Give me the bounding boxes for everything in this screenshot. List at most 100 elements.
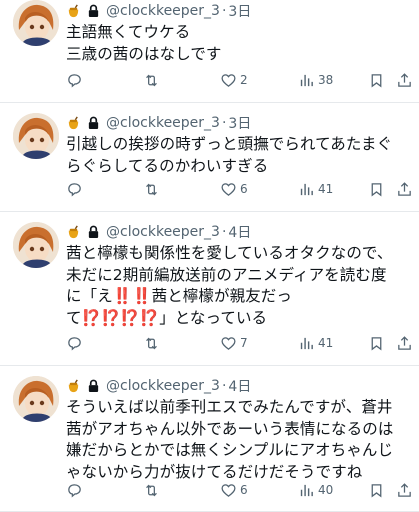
- retweet-button[interactable]: [143, 181, 160, 198]
- views-icon: [300, 484, 313, 496]
- honey-pot-icon: [66, 116, 81, 131]
- like-button[interactable]: 7: [220, 335, 248, 352]
- tweet-actions: 7 41: [66, 333, 411, 353]
- reply-button[interactable]: [66, 72, 83, 89]
- user-handle[interactable]: @clockkeeper_3: [106, 224, 220, 240]
- like-button[interactable]: 2: [220, 72, 248, 89]
- tweet-header: @clockkeeper_3 · 4日: [66, 375, 411, 397]
- reply-button[interactable]: [66, 482, 83, 499]
- reply-icon: [68, 336, 81, 351]
- retweet-button[interactable]: [143, 482, 160, 499]
- tweet[interactable]: @clockkeeper_3 · 4日 茜と檸檬も関係性を愛しているオタクなので…: [0, 212, 419, 366]
- tweet-header: @clockkeeper_3 · 4日: [66, 221, 411, 243]
- views-button[interactable]: 40: [298, 482, 333, 499]
- timeline: @clockkeeper_3 · 3日 主語無くてウケる 三歳の茜のはなしです …: [0, 0, 419, 512]
- separator-dot: ·: [221, 115, 227, 131]
- tweet-actions: 2 38: [66, 70, 411, 90]
- tweet-text-line: 主語無くてウケる: [66, 23, 191, 41]
- heart-icon: [221, 336, 236, 350]
- separator-dot: ·: [221, 224, 227, 240]
- tweet-text: そういえば以前季刊エスでみたんですが、蒼井 茜がアオちゃん以外であーいう表情にな…: [66, 397, 411, 483]
- user-handle[interactable]: @clockkeeper_3: [106, 378, 220, 394]
- bookmark-icon: [371, 336, 382, 350]
- heart-icon: [221, 483, 236, 497]
- lock-icon: [87, 379, 100, 393]
- avatar[interactable]: [13, 0, 59, 46]
- reply-icon: [68, 483, 81, 498]
- view-count: 41: [318, 182, 334, 196]
- lock-icon: [87, 116, 100, 130]
- share-icon: [398, 335, 411, 350]
- avatar[interactable]: [13, 376, 59, 422]
- share-icon: [398, 181, 411, 196]
- share-button[interactable]: [396, 72, 413, 89]
- views-icon: [300, 337, 313, 349]
- tweet-text-line: 未だに2期前編放送前のアニメディアを読む度: [66, 265, 387, 284]
- view-count: 38: [318, 73, 334, 87]
- avatar[interactable]: [13, 113, 59, 159]
- tweet-header: @clockkeeper_3 · 3日: [66, 112, 411, 134]
- bookmark-button[interactable]: [368, 335, 385, 352]
- honey-pot-icon: [66, 4, 81, 19]
- tweet-date[interactable]: 4日: [228, 222, 251, 242]
- tweet-text-line: 茜がアオちゃん以外であーいう表情になるのは: [66, 419, 394, 438]
- retweet-button[interactable]: [143, 335, 160, 352]
- views-button[interactable]: 38: [298, 72, 333, 89]
- share-button[interactable]: [396, 482, 413, 499]
- like-button[interactable]: 6: [220, 482, 248, 499]
- views-icon: [300, 74, 313, 86]
- tweet[interactable]: @clockkeeper_3 · 3日 主語無くてウケる 三歳の茜のはなしです …: [0, 0, 419, 103]
- tweet-actions: 6 40: [66, 480, 411, 500]
- bookmark-icon: [371, 182, 382, 196]
- heart-icon: [221, 73, 236, 87]
- view-count: 41: [318, 336, 334, 350]
- separator-dot: ·: [221, 378, 227, 394]
- honey-pot-icon: [66, 379, 81, 394]
- like-count: 2: [240, 73, 248, 87]
- share-button[interactable]: [396, 181, 413, 198]
- tweet-text-line: 引越しの挨拶の時ずっと頭撫でられてあたまぐ: [66, 135, 393, 153]
- reply-button[interactable]: [66, 335, 83, 352]
- lock-icon: [87, 4, 100, 18]
- bookmark-button[interactable]: [368, 72, 385, 89]
- like-count: 6: [240, 483, 248, 497]
- tweet-actions: 6 41: [66, 179, 411, 199]
- share-icon: [398, 72, 411, 87]
- tweet-date[interactable]: 4日: [228, 376, 251, 396]
- bookmark-button[interactable]: [368, 181, 385, 198]
- tweet-text-line: そういえば以前季刊エスでみたんですが、蒼井: [66, 398, 393, 416]
- user-handle[interactable]: @clockkeeper_3: [106, 115, 220, 131]
- tweet-text-line: 嫌だからとかでは無くシンプルにアオちゃんじ: [66, 441, 394, 459]
- tweet-text: 主語無くてウケる 三歳の茜のはなしです: [66, 22, 411, 65]
- views-button[interactable]: 41: [298, 181, 333, 198]
- retweet-icon: [146, 183, 157, 195]
- avatar[interactable]: [13, 222, 59, 268]
- user-handle[interactable]: @clockkeeper_3: [106, 3, 220, 19]
- reply-icon: [68, 182, 81, 197]
- tweet[interactable]: @clockkeeper_3 · 4日 そういえば以前季刊エスでみたんですが、蒼…: [0, 366, 419, 512]
- tweet-text: 茜と檸檬も関係性を愛しているオタクなので、 未だに2期前編放送前のアニメディアを…: [66, 243, 411, 329]
- tweet-text-line: 三歳の茜のはなしです: [66, 44, 222, 63]
- tweet[interactable]: @clockkeeper_3 · 3日 引越しの挨拶の時ずっと頭撫でられてあたま…: [0, 103, 419, 212]
- retweet-button[interactable]: [143, 72, 160, 89]
- like-button[interactable]: 6: [220, 181, 248, 198]
- tweet-text-line: に「え‼️‼️茜と檸檬が親友だっ: [66, 287, 292, 305]
- tweet-text-line: 茜と檸檬も関係性を愛しているオタクなので、: [66, 244, 393, 262]
- honey-pot-icon: [66, 225, 81, 240]
- retweet-icon: [146, 484, 157, 496]
- bookmark-button[interactable]: [368, 482, 385, 499]
- tweet-text-line: て⁉️⁉️⁉️⁉️」となっている: [66, 308, 268, 327]
- share-button[interactable]: [396, 335, 413, 352]
- view-count: 40: [318, 483, 334, 497]
- tweet-text: 引越しの挨拶の時ずっと頭撫でられてあたまぐ らぐらしてるのかわいすぎる: [66, 134, 411, 177]
- tweet-date[interactable]: 3日: [228, 113, 251, 133]
- bookmark-icon: [371, 73, 382, 87]
- heart-icon: [221, 182, 236, 196]
- views-button[interactable]: 41: [298, 335, 333, 352]
- reply-button[interactable]: [66, 181, 83, 198]
- like-count: 7: [240, 336, 248, 350]
- tweet-text-line: らぐらしてるのかわいすぎる: [66, 156, 269, 175]
- like-count: 6: [240, 182, 248, 196]
- share-icon: [398, 482, 411, 497]
- tweet-date[interactable]: 3日: [228, 1, 251, 21]
